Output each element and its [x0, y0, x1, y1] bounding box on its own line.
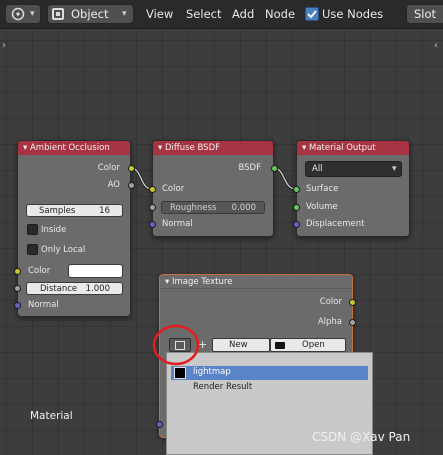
ao-color-input-label: Color [28, 266, 51, 276]
node-editor-header: ▾ Object ▾ View Select Add Node Use Node… [0, 0, 443, 29]
diffuse-color-input-socket[interactable] [149, 186, 156, 193]
sidebar-expand-icon[interactable]: ‹ [434, 40, 438, 51]
ambient-occlusion-header[interactable]: ▾ Ambient Occlusion [18, 141, 130, 155]
volume-input-socket[interactable] [293, 204, 300, 211]
popup-item-render-result[interactable]: Render Result [171, 381, 368, 395]
popup-item-lightmap[interactable]: lightmap [171, 366, 368, 380]
plus-icon: + [198, 338, 208, 351]
lightmap-label: lightmap [193, 367, 231, 377]
displacement-label: Displacement [306, 219, 365, 229]
ambient-occlusion-node[interactable]: ▾ Ambient Occlusion Color AO Samples 16 … [14, 140, 135, 317]
diffuse-normal-label: Normal [162, 219, 193, 229]
image-alpha-output-socket[interactable] [349, 319, 356, 326]
ao-color-output-socket[interactable] [128, 165, 135, 172]
render-result-label: Render Result [193, 382, 253, 392]
link-bsdf-to-surface [273, 166, 297, 191]
menu-node[interactable]: Node [265, 7, 295, 21]
collapse-arrow-icon[interactable]: ▾ [302, 143, 306, 153]
ao-color-input-socket[interactable] [14, 268, 21, 275]
material-output-node[interactable]: ▾ Material Output All ▾ Surface Volume D… [293, 140, 410, 237]
distance-field[interactable]: Distance 1.000 [26, 282, 123, 295]
menu-view[interactable]: View [146, 7, 173, 21]
roughness-input-socket[interactable] [149, 204, 156, 211]
object-mode-dropdown[interactable]: Object ▾ [47, 4, 134, 24]
use-nodes-label[interactable]: Use Nodes [322, 7, 383, 21]
open-image-label: Open [302, 340, 325, 350]
image-browse-button[interactable] [169, 338, 191, 352]
image-texture-header[interactable]: ▾ Image Texture [160, 275, 352, 289]
folder-icon [275, 342, 285, 349]
ao-normal-label: Normal [28, 300, 59, 310]
inside-checkbox[interactable] [27, 224, 38, 235]
material-output-header[interactable]: ▾ Material Output [297, 141, 409, 155]
samples-label: Samples [39, 206, 76, 216]
only-local-label[interactable]: Only Local [41, 245, 85, 255]
image-color-output-socket[interactable] [349, 299, 356, 306]
diffuse-bsdf-node[interactable]: ▾ Diffuse BSDF BSDF Color Roughness 0.00… [149, 140, 278, 237]
samples-value: 16 [99, 206, 110, 216]
slot-dropdown[interactable]: Slot [406, 4, 443, 24]
displacement-input-socket[interactable] [293, 221, 300, 228]
menu-select[interactable]: Select [186, 7, 221, 21]
collapse-arrow-icon[interactable]: ▾ [23, 143, 27, 153]
object-mode-icon [52, 8, 64, 20]
new-image-button[interactable]: New [212, 338, 270, 352]
distance-value: 1.000 [85, 284, 110, 294]
checkmark-icon [307, 10, 317, 19]
samples-field[interactable]: Samples 16 [26, 204, 123, 217]
image-color-output-label: Color [319, 297, 342, 307]
collapse-arrow-icon[interactable]: ▾ [158, 143, 162, 153]
menu-add[interactable]: Add [232, 7, 254, 21]
toolbar-expand-icon[interactable]: › [2, 40, 6, 51]
ao-color-swatch[interactable] [68, 264, 123, 278]
slot-label: Slot [414, 7, 437, 21]
ambient-occlusion-title: Ambient Occlusion [29, 143, 110, 153]
lightmap-thumbnail [174, 367, 186, 379]
roughness-field[interactable]: Roughness 0.000 [161, 201, 265, 214]
roughness-value: 0.000 [231, 203, 256, 213]
ao-distance-input-socket[interactable] [14, 285, 21, 292]
bsdf-output-socket[interactable] [271, 165, 278, 172]
chevron-down-icon: ▾ [122, 9, 127, 19]
bsdf-output-label: BSDF [238, 163, 261, 173]
diffuse-bsdf-header[interactable]: ▾ Diffuse BSDF [153, 141, 273, 155]
image-vector-input-socket[interactable] [156, 421, 163, 428]
only-local-checkbox[interactable] [27, 244, 38, 255]
view-rotate-icon [10, 6, 26, 25]
editor-type-selector[interactable]: ▾ [5, 4, 41, 24]
ao-output-color-label: Color [97, 163, 120, 173]
new-image-label: New [229, 340, 248, 350]
diffuse-bsdf-title: Diffuse BSDF [164, 143, 221, 153]
surface-input-socket[interactable] [293, 186, 300, 193]
image-texture-title: Image Texture [171, 277, 233, 287]
ao-output-ao-label: AO [107, 180, 120, 190]
target-dropdown[interactable]: All ▾ [305, 161, 402, 177]
use-nodes-checkbox[interactable] [305, 7, 319, 21]
image-browse-icon [175, 341, 185, 350]
material-label: Material [30, 410, 73, 422]
volume-label: Volume [306, 202, 338, 212]
diffuse-color-label: Color [162, 184, 185, 194]
watermark: CSDN @Xav Pan [312, 430, 411, 444]
chevron-down-icon: ▾ [30, 9, 35, 19]
surface-label: Surface [306, 184, 339, 194]
collapse-arrow-icon[interactable]: ▾ [165, 277, 169, 287]
image-alpha-output-label: Alpha [317, 317, 342, 327]
roughness-label: Roughness [170, 203, 217, 213]
chevron-down-icon: ▾ [392, 164, 397, 174]
material-output-title: Material Output [308, 143, 376, 153]
ao-ao-output-socket[interactable] [128, 182, 135, 189]
target-value: All [312, 164, 323, 174]
open-image-button[interactable]: Open [270, 338, 346, 352]
distance-label: Distance [40, 284, 78, 294]
inside-label[interactable]: Inside [41, 225, 66, 235]
diffuse-normal-input-socket[interactable] [149, 221, 156, 228]
object-mode-label: Object [71, 7, 109, 21]
ao-normal-input-socket[interactable] [14, 302, 21, 309]
